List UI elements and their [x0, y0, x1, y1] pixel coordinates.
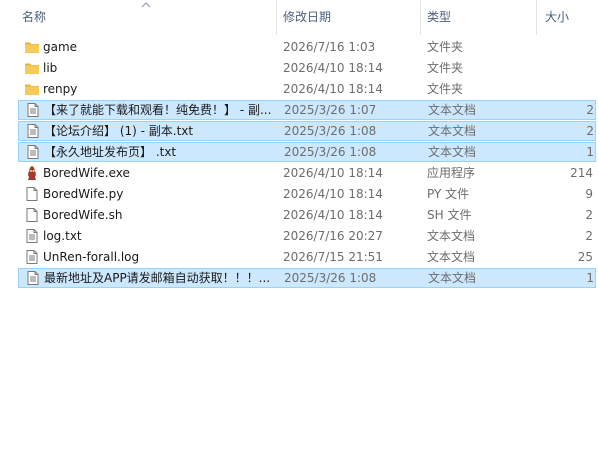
file-type: 文件夹: [427, 82, 464, 96]
file-row[interactable]: 【来了就能下载和观看！纯免费！】 - 副... 2025/3/26 1:07 文本文…: [18, 100, 596, 120]
file-date: 2026/7/15 21:51: [283, 250, 383, 264]
file-size: 9: [585, 187, 593, 201]
file-name: UnRen-forall.log: [43, 250, 140, 264]
file-size: [537, 58, 593, 78]
file-date: 2026/4/10 18:14: [283, 187, 383, 201]
file-type: SH 文件: [427, 208, 472, 222]
column-header-size-label: 大小: [545, 10, 570, 24]
text-file-icon: [24, 228, 40, 244]
file-size: [537, 79, 593, 99]
column-header-name[interactable]: 名称: [17, 0, 277, 35]
column-header-type[interactable]: 类型: [421, 0, 537, 35]
file-row[interactable]: 【论坛介绍】 (1) - 副本.txt 2025/3/26 1:08 文本文档 2: [18, 121, 596, 141]
column-header-type-label: 类型: [427, 10, 452, 24]
file-name: game: [43, 40, 78, 54]
file-row[interactable]: BoredWife.py 2026/4/10 18:14 PY 文件 9: [18, 184, 596, 204]
file-type: PY 文件: [427, 187, 470, 201]
file-size: 214: [570, 166, 593, 180]
file-size: 2: [585, 208, 593, 222]
folder-icon: [24, 60, 40, 76]
file-name: 【来了就能下载和观看！纯免费！】 - 副...: [44, 103, 272, 117]
file-size: [537, 37, 593, 57]
file-date: 2026/4/10 18:14: [283, 82, 383, 96]
folder-icon: [24, 81, 40, 97]
file-name: BoredWife.py: [43, 187, 124, 201]
file-row[interactable]: BoredWife.exe 2026/4/10 18:14 应用程序 214: [18, 163, 596, 183]
file-date: 2026/4/10 18:14: [283, 61, 383, 75]
file-size: 1: [586, 271, 594, 285]
file-date: 2026/7/16 1:03: [283, 40, 376, 54]
column-header-date[interactable]: 修改日期: [277, 0, 421, 35]
file-date: 2026/4/10 18:14: [283, 208, 383, 222]
file-type: 文本文档: [427, 250, 476, 264]
file-row[interactable]: 【永久地址发布页】 .txt 2025/3/26 1:08 文本文档 1: [18, 142, 596, 162]
file-date: 2026/4/10 18:14: [283, 166, 383, 180]
file-date: 2025/3/26 1:08: [284, 271, 377, 285]
file-name: 【论坛介绍】 (1) - 副本.txt: [44, 124, 194, 138]
file-date: 2025/3/26 1:08: [284, 145, 377, 159]
file-type: 文本文档: [428, 145, 477, 159]
column-header-date-label: 修改日期: [283, 10, 332, 24]
file-name: BoredWife.sh: [43, 208, 123, 222]
file-size: 2: [586, 103, 594, 117]
file-row[interactable]: log.txt 2026/7/16 20:27 文本文档 2: [18, 226, 596, 246]
file-row[interactable]: lib 2026/4/10 18:14 文件夹: [18, 58, 596, 78]
file-name: renpy: [43, 82, 78, 96]
file-size: 2: [585, 229, 593, 243]
file-name: BoredWife.exe: [43, 166, 130, 180]
file-row[interactable]: BoredWife.sh 2026/4/10 18:14 SH 文件 2: [18, 205, 596, 225]
app-icon: [24, 165, 40, 181]
file-row[interactable]: UnRen-forall.log 2026/7/15 21:51 文本文档 25: [18, 247, 596, 267]
file-row[interactable]: renpy 2026/4/10 18:14 文件夹: [18, 79, 596, 99]
file-type: 文本文档: [428, 271, 477, 285]
text-file-icon: [25, 270, 41, 286]
file-type: 文件夹: [427, 61, 464, 75]
file-name: lib: [43, 61, 58, 75]
file-size: 25: [577, 250, 593, 264]
file-size: 2: [586, 124, 594, 138]
text-file-icon: [25, 123, 41, 139]
file-size: 1: [586, 145, 594, 159]
blank-file-icon: [24, 186, 40, 202]
file-type: 应用程序: [427, 166, 476, 180]
file-date: 2026/7/16 20:27: [283, 229, 383, 243]
text-file-icon: [25, 144, 41, 160]
file-row[interactable]: game 2026/7/16 1:03 文件夹: [18, 37, 596, 57]
file-type: 文本文档: [428, 124, 477, 138]
blank-file-icon: [24, 207, 40, 223]
text-file-icon: [24, 249, 40, 265]
file-row[interactable]: 最新地址及APP请发邮箱自动获取！！！... 2025/3/26 1:08 文本文档…: [18, 268, 596, 288]
file-type: 文件夹: [427, 40, 464, 54]
column-header: 名称 修改日期 类型 大小: [0, 0, 599, 35]
column-header-size[interactable]: 大小: [537, 0, 599, 35]
file-type: 文本文档: [427, 229, 476, 243]
column-header-name-label: 名称: [22, 10, 47, 24]
file-list-pane: 名称 修改日期 类型 大小 game 2026/7/16 1:03 文件夹 lib 20…: [0, 0, 599, 468]
file-date: 2025/3/26 1:07: [284, 103, 377, 117]
file-name: 【永久地址发布页】 .txt: [44, 145, 177, 159]
text-file-icon: [25, 102, 41, 118]
file-type: 文本文档: [428, 103, 477, 117]
file-date: 2025/3/26 1:08: [284, 124, 377, 138]
file-name: log.txt: [43, 229, 82, 243]
folder-icon: [24, 39, 40, 55]
file-name: 最新地址及APP请发邮箱自动获取！！！...: [44, 271, 271, 285]
